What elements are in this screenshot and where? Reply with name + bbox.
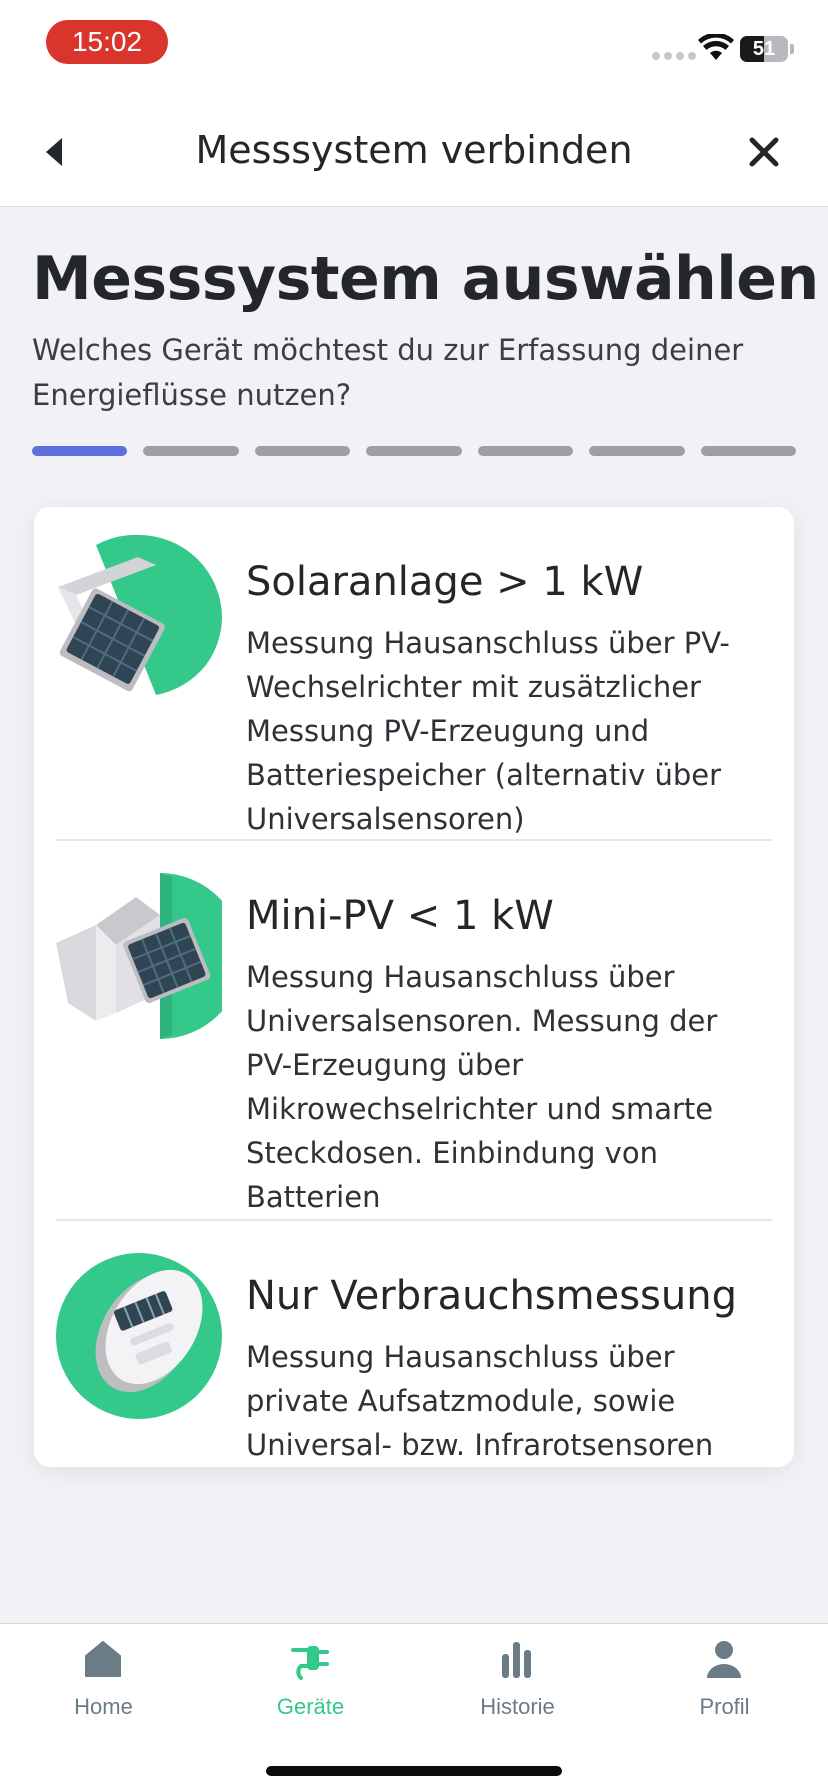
progress-step: [32, 446, 128, 456]
status-bar: 15:02 51: [0, 0, 828, 100]
option-description: Messung Hausanschluss über private Aufsa…: [246, 1340, 714, 1462]
progress-step: [589, 446, 685, 456]
tab-label: Geräte: [276, 1694, 345, 1719]
option-description: Messung Hausanschluss über Universalsens…: [246, 960, 718, 1214]
nav-title: Messsystem verbinden: [195, 128, 633, 172]
step-progress: [32, 446, 796, 458]
nav-header: Messsystem verbinden: [0, 100, 828, 207]
page-subtitle: Welches Gerät möchtest du zur Erfassung …: [32, 333, 744, 412]
progress-step: [366, 446, 462, 456]
progress-step: [477, 446, 574, 456]
option-mini-pv[interactable]: Mini-PV < 1 kW Messung Hausanschluss übe…: [56, 863, 772, 1233]
home-icon: [85, 1641, 121, 1677]
option-title: Solaranlage > 1 kW: [246, 559, 644, 605]
home-indicator[interactable]: [266, 1766, 562, 1776]
tab-label: Historie: [480, 1694, 555, 1719]
progress-step: [700, 446, 796, 456]
divider: [56, 839, 772, 841]
option-description: Messung Hausanschluss über PV-Wechselric…: [246, 626, 730, 836]
progress-step: [143, 446, 239, 456]
plug-icon: [291, 1646, 329, 1680]
option-title: Mini-PV < 1 kW: [246, 893, 554, 939]
tab-label: Home: [74, 1694, 133, 1719]
balcony-solar-icon: [56, 873, 222, 1039]
measurement-options-card: Solaranlage > 1 kW Messung Hausanschluss…: [34, 507, 794, 1467]
battery-cap: [790, 44, 794, 54]
option-consumption-only[interactable]: Nur Verbrauchsmessung Messung Hausanschl…: [56, 1243, 772, 1462]
solar-panel-icon: [58, 535, 222, 695]
person-icon: [707, 1641, 741, 1678]
status-time[interactable]: 15:02: [46, 20, 168, 64]
option-solar-large[interactable]: Solaranlage > 1 kW Messung Hausanschluss…: [56, 529, 772, 839]
wifi-icon: [698, 34, 734, 60]
tab-home[interactable]: Home: [0, 1624, 207, 1734]
tab-label: Profil: [699, 1694, 750, 1719]
bar-chart-icon: [502, 1642, 531, 1678]
battery-icon: 51: [740, 36, 788, 62]
page-title: Messsystem auswählen: [32, 244, 819, 314]
tab-history[interactable]: Historie: [414, 1624, 621, 1734]
tab-profile[interactable]: Profil: [621, 1624, 828, 1734]
close-button[interactable]: [744, 132, 784, 172]
divider: [56, 1219, 772, 1221]
battery-level: 51: [752, 37, 776, 60]
close-icon: [749, 137, 779, 167]
tab-devices[interactable]: Geräte: [207, 1624, 414, 1734]
option-title: Nur Verbrauchsmessung: [246, 1273, 737, 1319]
progress-step: [254, 446, 351, 456]
cellular-signal-icon: [652, 52, 696, 60]
electricity-meter-icon: [56, 1253, 222, 1419]
